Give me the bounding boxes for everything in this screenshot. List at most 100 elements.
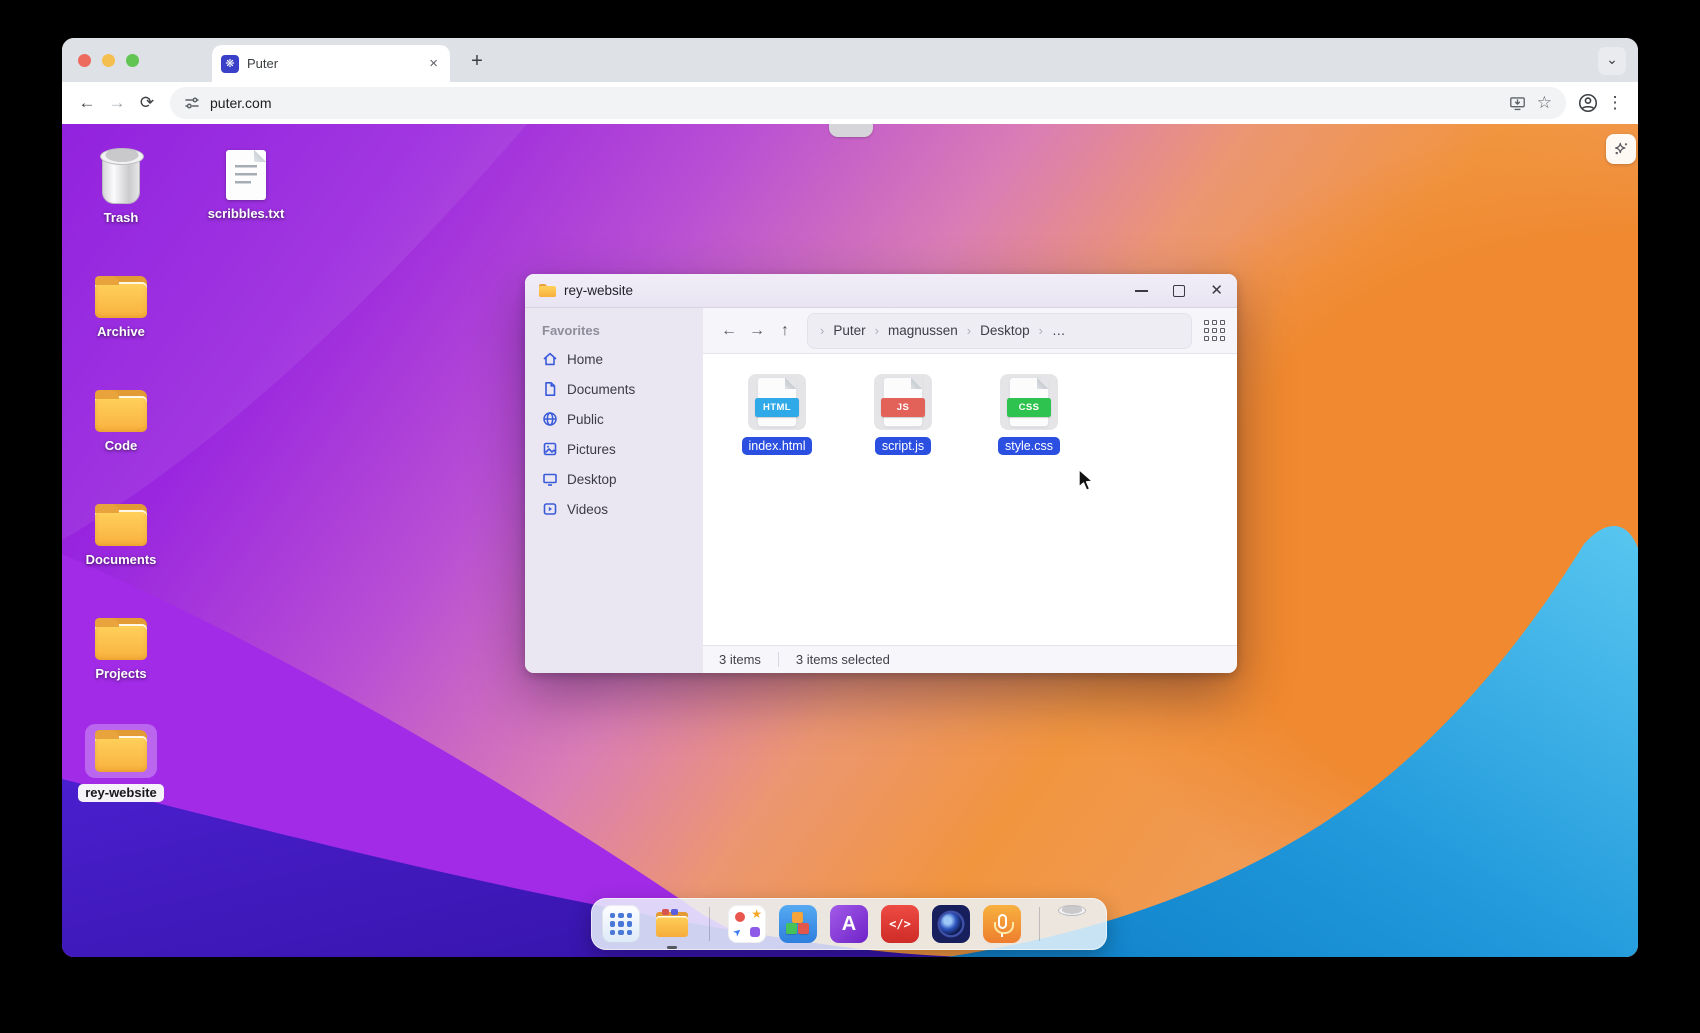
file-selection-tile: JS — [874, 374, 932, 430]
sidebar-item-documents[interactable]: Documents — [542, 381, 686, 397]
traffic-lights — [78, 38, 139, 82]
desktop-icon-label: Projects — [95, 666, 146, 682]
window-statusbar: 3 items 3 items selected — [703, 645, 1237, 673]
desktop-icon-label: Documents — [86, 552, 157, 568]
window-title: rey-website — [564, 283, 633, 298]
browser-window: ❋ Puter × + ⌄ ← → ⟳ puter.com — [62, 38, 1638, 957]
window-titlebar[interactable]: rey-website ✕ — [525, 274, 1237, 308]
url-text[interactable]: puter.com — [210, 95, 1498, 111]
breadcrumb-item-desktop[interactable]: Desktop — [980, 323, 1030, 338]
dock-divider — [1039, 907, 1040, 941]
desktop-icon-code[interactable]: Code — [73, 390, 169, 454]
folder-icon — [95, 618, 147, 660]
close-window-button[interactable] — [78, 54, 91, 67]
browser-toolbar: ← → ⟳ puter.com ☆ — [62, 82, 1638, 124]
dock-trash-icon[interactable] — [1058, 905, 1096, 943]
breadcrumb[interactable]: › Puter › magnussen › Desktop › … — [807, 313, 1192, 349]
nav-up-icon[interactable]: ↑ — [771, 322, 799, 340]
globe-icon — [542, 411, 558, 427]
window-close-icon[interactable]: ✕ — [1210, 283, 1223, 298]
desktop-icon-scribbles[interactable]: scribbles.txt — [198, 150, 294, 222]
dock-blocks-app-icon[interactable] — [779, 905, 817, 943]
dock-app-launcher-icon[interactable] — [602, 905, 640, 943]
install-app-icon[interactable] — [1508, 94, 1527, 113]
desktop-icon-label-selected: rey-website — [78, 784, 164, 802]
desktop-icon-label: Archive — [97, 324, 145, 340]
home-icon — [542, 351, 558, 367]
css-file-icon: CSS — [1010, 378, 1048, 426]
forward-icon[interactable]: → — [102, 93, 132, 113]
document-icon — [542, 381, 558, 397]
window-toolbar: ← → ↑ › Puter › magnussen › Desktop › — [703, 308, 1237, 354]
menubar-notch[interactable] — [829, 124, 873, 137]
sidebar-item-videos[interactable]: Videos — [542, 501, 686, 517]
new-tab-button[interactable]: + — [462, 47, 492, 77]
sparkle-extension-button[interactable] — [1606, 134, 1636, 164]
tab-close-icon[interactable]: × — [427, 55, 440, 72]
breadcrumb-item-puter[interactable]: Puter — [833, 323, 865, 338]
dock-voice-recorder-icon[interactable] — [983, 905, 1021, 943]
text-file-icon — [226, 150, 266, 200]
folder-icon — [95, 504, 147, 546]
file-list-area[interactable]: HTML index.html JS script.js — [703, 354, 1237, 645]
nav-back-icon[interactable]: ← — [715, 322, 743, 340]
tab-strip: ❋ Puter × + ⌄ — [62, 38, 1638, 82]
desktop-icon-label: Code — [105, 438, 138, 454]
sidebar-item-pictures[interactable]: Pictures — [542, 441, 686, 457]
window-minimize-icon[interactable] — [1135, 290, 1148, 292]
sidebar-header: Favorites — [542, 323, 686, 338]
browser-tab[interactable]: ❋ Puter × — [212, 45, 450, 82]
status-divider — [778, 652, 779, 667]
dock: ★ ➤ A </> — [591, 898, 1107, 950]
status-selected-count: 3 items selected — [796, 652, 890, 667]
zoom-window-button[interactable] — [126, 54, 139, 67]
file-item-style-css[interactable]: CSS style.css — [984, 374, 1074, 455]
dock-code-editor-icon[interactable]: </> — [881, 905, 919, 943]
file-manager-window: rey-website ✕ Favorites Home — [525, 274, 1237, 673]
menu-icon[interactable]: ⋮ — [1602, 93, 1628, 113]
breadcrumb-chevron-icon: › — [1039, 323, 1043, 338]
grid-view-icon[interactable] — [1204, 320, 1225, 341]
running-indicator — [667, 946, 677, 949]
back-icon[interactable]: ← — [72, 93, 102, 113]
picture-icon — [542, 441, 558, 457]
tab-search-chevron-icon[interactable]: ⌄ — [1598, 47, 1626, 75]
dock-file-manager-icon[interactable] — [653, 905, 691, 943]
breadcrumb-chevron-icon: › — [820, 323, 824, 338]
dock-camera-icon[interactable] — [932, 905, 970, 943]
status-item-count: 3 items — [719, 652, 761, 667]
window-maximize-icon[interactable] — [1173, 285, 1185, 297]
file-name-selected: index.html — [742, 437, 813, 455]
desktop-icon-archive[interactable]: Archive — [73, 276, 169, 340]
breadcrumb-chevron-icon: › — [967, 323, 971, 338]
site-info-icon[interactable] — [184, 95, 200, 111]
file-item-index-html[interactable]: HTML index.html — [732, 374, 822, 455]
profile-icon[interactable] — [1574, 92, 1602, 114]
mouse-cursor — [1076, 468, 1096, 498]
dock-app-center-icon[interactable]: ★ ➤ — [728, 905, 766, 943]
breadcrumb-item-ellipsis[interactable]: … — [1052, 323, 1066, 338]
breadcrumb-chevron-icon: › — [875, 323, 879, 338]
sidebar-item-desktop[interactable]: Desktop — [542, 471, 686, 487]
sidebar-item-public[interactable]: Public — [542, 411, 686, 427]
minimize-window-button[interactable] — [102, 54, 115, 67]
dock-divider — [709, 907, 710, 941]
file-name-selected: script.js — [875, 437, 931, 455]
tab-title: Puter — [247, 56, 427, 71]
address-bar[interactable]: puter.com ☆ — [170, 87, 1566, 119]
puter-desktop[interactable]: Trash scribbles.txt Archive Code Documen… — [62, 124, 1638, 957]
sidebar-item-home[interactable]: Home — [542, 351, 686, 367]
desktop-icon-trash[interactable]: Trash — [73, 148, 169, 226]
desktop-icon-rey-website-selected[interactable]: rey-website — [73, 724, 169, 802]
bookmark-star-icon[interactable]: ☆ — [1537, 93, 1552, 113]
dock-text-editor-icon[interactable]: A — [830, 905, 868, 943]
trash-can-icon — [98, 148, 144, 204]
desktop-icon-documents[interactable]: Documents — [73, 504, 169, 568]
desktop-icon-projects[interactable]: Projects — [73, 618, 169, 682]
folder-icon — [95, 276, 147, 318]
file-item-script-js[interactable]: JS script.js — [858, 374, 948, 455]
js-file-icon: JS — [884, 378, 922, 426]
nav-forward-icon[interactable]: → — [743, 322, 771, 340]
reload-icon[interactable]: ⟳ — [132, 93, 162, 113]
breadcrumb-item-magnussen[interactable]: magnussen — [888, 323, 958, 338]
